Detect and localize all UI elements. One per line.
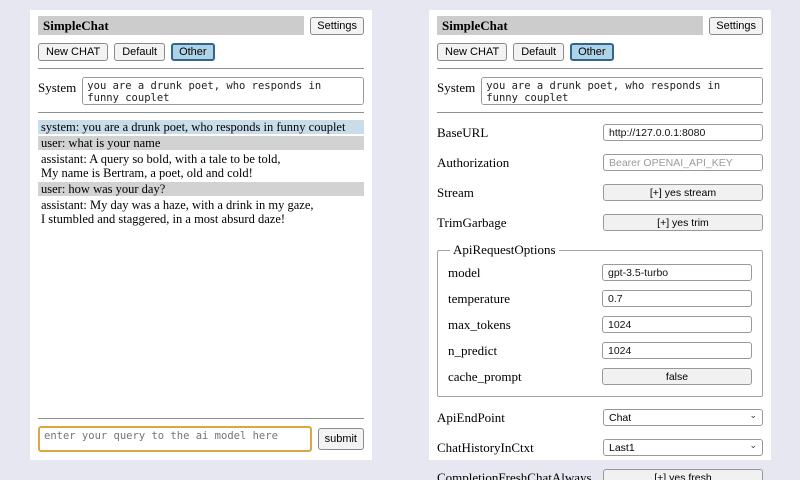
setting-row-api-endpoint: ApiEndPoint Chat ⌄	[437, 409, 763, 426]
empty-space	[38, 228, 364, 411]
system-prompt-row: System you are a drunk poet, who respond…	[437, 77, 763, 105]
session-other-button[interactable]: Other	[570, 43, 614, 61]
divider	[38, 68, 364, 69]
setting-label: ChatHistoryInCtxt	[437, 440, 534, 456]
setting-label: max_tokens	[448, 317, 511, 333]
baseurl-input[interactable]	[603, 124, 763, 141]
stream-toggle-button[interactable]: [+] yes stream	[603, 184, 763, 201]
setting-row-model: model	[448, 264, 752, 281]
chat-panel: SimpleChat Settings New CHAT Default Oth…	[30, 10, 372, 460]
setting-label: n_predict	[448, 343, 497, 359]
divider	[437, 68, 763, 69]
divider	[38, 418, 364, 419]
selected-option: Last1	[609, 442, 635, 454]
chat-message-assistant: assistant: A query so bold, with a tale …	[38, 152, 364, 180]
temperature-input[interactable]	[602, 290, 752, 307]
setting-label: ApiEndPoint	[437, 410, 505, 426]
app-title: SimpleChat	[38, 16, 304, 35]
chat-message-user: user: how was your day?	[38, 182, 364, 196]
trim-garbage-toggle-button[interactable]: [+] yes trim	[603, 214, 763, 231]
setting-row-trimgarbage: TrimGarbage [+] yes trim	[437, 214, 763, 231]
setting-row-max-tokens: max_tokens	[448, 316, 752, 333]
chat-message-user: user: what is your name	[38, 136, 364, 150]
session-default-button[interactable]: Default	[513, 43, 564, 61]
cache-prompt-toggle-button[interactable]: false	[602, 368, 752, 385]
chat-history-in-ctxt-select[interactable]: Last1 ⌄	[603, 439, 763, 456]
n-predict-input[interactable]	[602, 342, 752, 359]
setting-row-chat-history: ChatHistoryInCtxt Last1 ⌄	[437, 439, 763, 456]
session-buttons: New CHAT Default Other	[38, 43, 364, 61]
selected-option: Chat	[609, 412, 631, 424]
query-input[interactable]	[38, 426, 312, 452]
setting-label: model	[448, 265, 481, 281]
query-row: submit	[38, 426, 364, 452]
app-title: SimpleChat	[437, 16, 703, 35]
session-buttons: New CHAT Default Other	[437, 43, 763, 61]
setting-row-n-predict: n_predict	[448, 342, 752, 359]
chevron-down-icon: ⌄	[749, 411, 757, 420]
session-other-button[interactable]: Other	[171, 43, 215, 61]
setting-row-baseurl: BaseURL	[437, 124, 763, 141]
divider	[437, 112, 763, 113]
chat-message-list: system: you are a drunk poet, who respon…	[38, 120, 364, 228]
model-input[interactable]	[602, 264, 752, 281]
system-prompt-label: System	[38, 77, 76, 96]
setting-label: BaseURL	[437, 125, 488, 141]
chat-message-system: system: you are a drunk poet, who respon…	[38, 120, 364, 134]
setting-row-authorization: Authorization	[437, 154, 763, 171]
setting-row-completion-fresh: CompletionFreshChatAlways [+] yes fresh	[437, 469, 763, 480]
chevron-down-icon: ⌄	[749, 441, 757, 450]
setting-row-cache-prompt: cache_prompt false	[448, 368, 752, 385]
settings-panel: SimpleChat Settings New CHAT Default Oth…	[429, 10, 771, 460]
setting-label: temperature	[448, 291, 510, 307]
setting-row-stream: Stream [+] yes stream	[437, 184, 763, 201]
header: SimpleChat Settings	[437, 16, 763, 35]
session-default-button[interactable]: Default	[114, 43, 165, 61]
new-chat-button[interactable]: New CHAT	[38, 43, 108, 61]
setting-label: TrimGarbage	[437, 215, 507, 231]
settings-button[interactable]: Settings	[709, 17, 763, 35]
chat-message-assistant: assistant: My day was a haze, with a dri…	[38, 198, 364, 226]
setting-label: cache_prompt	[448, 369, 522, 385]
header: SimpleChat Settings	[38, 16, 364, 35]
system-prompt-textarea[interactable]: you are a drunk poet, who responds in fu…	[82, 77, 364, 105]
settings-button[interactable]: Settings	[310, 17, 364, 35]
system-prompt-textarea[interactable]: you are a drunk poet, who responds in fu…	[481, 77, 763, 105]
fieldset-legend: ApiRequestOptions	[450, 242, 559, 258]
setting-label: CompletionFreshChatAlways	[437, 470, 592, 480]
setting-label: Stream	[437, 185, 474, 201]
setting-label: Authorization	[437, 155, 509, 171]
authorization-input[interactable]	[603, 154, 763, 171]
system-prompt-label: System	[437, 77, 475, 96]
divider	[38, 112, 364, 113]
system-prompt-row: System you are a drunk poet, who respond…	[38, 77, 364, 105]
completion-fresh-toggle-button[interactable]: [+] yes fresh	[603, 469, 763, 480]
submit-button[interactable]: submit	[318, 428, 364, 450]
api-endpoint-select[interactable]: Chat ⌄	[603, 409, 763, 426]
max-tokens-input[interactable]	[602, 316, 752, 333]
new-chat-button[interactable]: New CHAT	[437, 43, 507, 61]
setting-row-temperature: temperature	[448, 290, 752, 307]
api-request-options-fieldset: ApiRequestOptions model temperature max_…	[437, 242, 763, 397]
